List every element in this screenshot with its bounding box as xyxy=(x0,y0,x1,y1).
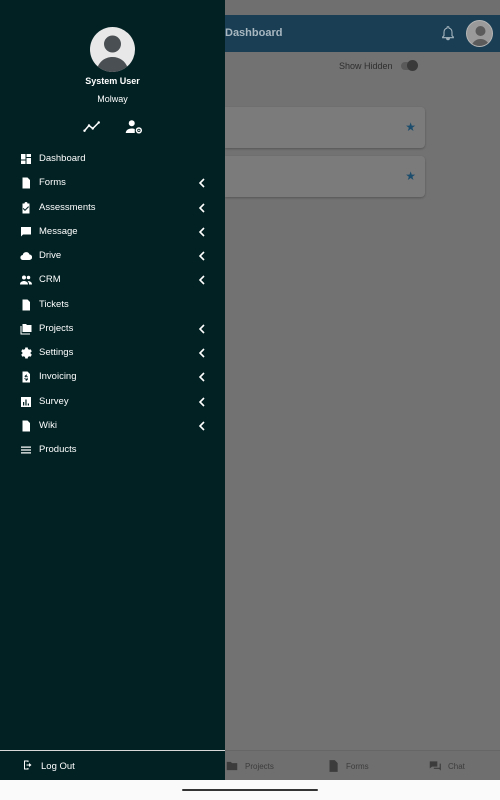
menu-item-dashboard[interactable]: Dashboard xyxy=(0,149,225,169)
menu-item-label: Message xyxy=(39,225,78,237)
home-gesture-pill[interactable] xyxy=(182,789,318,791)
menu-item-label: Wiki xyxy=(39,419,57,431)
notification-bell-icon[interactable] xyxy=(440,25,456,41)
menu-item-label: Projects xyxy=(39,322,74,334)
navigation-drawer: System User Molway Dashboard Forms Assessm… xyxy=(0,0,225,780)
chevron-left-icon[interactable] xyxy=(198,396,206,407)
menu-item-label: Invoicing xyxy=(39,371,77,383)
gesture-navigation-bar xyxy=(0,780,500,800)
chevron-left-icon[interactable] xyxy=(198,324,206,334)
menu-item-label: Dashboard xyxy=(39,153,86,164)
activity-trend-icon[interactable] xyxy=(83,119,101,135)
chevron-left-icon[interactable] xyxy=(198,372,206,382)
menu-item-label: Products xyxy=(39,444,77,455)
menu-item-settings[interactable]: Settings xyxy=(0,343,225,363)
chevron-left-icon[interactable] xyxy=(198,348,206,358)
user-avatar[interactable] xyxy=(466,20,493,47)
document-icon xyxy=(329,760,338,772)
cloud-icon xyxy=(20,250,32,262)
dashboard-card[interactable]: ★ xyxy=(225,107,425,148)
bottom-nav-forms[interactable]: Forms xyxy=(326,759,369,773)
bottom-nav-label: Forms xyxy=(346,761,369,771)
menu-item-label: Drive xyxy=(39,250,62,261)
bottom-nav-projects[interactable]: Projects xyxy=(225,759,274,773)
clipboard-check-icon xyxy=(20,201,32,214)
menu-item-invoicing[interactable]: Invoicing xyxy=(0,367,225,387)
folders-icon xyxy=(20,323,32,335)
menu-item-label: Tickets xyxy=(39,298,69,310)
bar-chart-icon xyxy=(20,396,32,408)
show-hidden-label: Show Hidden xyxy=(339,61,393,71)
menu-item-tickets[interactable]: Tickets xyxy=(0,295,225,315)
chevron-left-icon[interactable] xyxy=(198,275,206,285)
menu-item-label: Assessments xyxy=(39,201,96,213)
gear-icon xyxy=(20,347,32,359)
menu-item-message[interactable]: Message xyxy=(0,222,225,242)
user-settings-icon[interactable] xyxy=(125,119,143,135)
chat-bubbles-icon xyxy=(429,761,441,771)
menu-item-label: Forms xyxy=(39,177,66,189)
profile-name: System User xyxy=(85,76,140,86)
chevron-left-icon[interactable] xyxy=(198,202,206,213)
menu-item-projects[interactable]: Projects xyxy=(0,319,225,339)
menu-item-forms[interactable]: Forms xyxy=(0,173,225,193)
ticket-icon xyxy=(20,299,32,311)
folder-icon xyxy=(226,761,238,771)
bottom-nav-chat[interactable]: Chat xyxy=(428,759,465,773)
document-icon xyxy=(20,177,32,189)
favorite-star-icon[interactable]: ★ xyxy=(405,169,416,183)
dashboard-icon xyxy=(20,153,32,165)
profile-avatar[interactable] xyxy=(90,27,135,72)
favorite-star-icon[interactable]: ★ xyxy=(405,120,416,134)
people-icon xyxy=(20,274,32,286)
bottom-nav-label: Chat xyxy=(448,761,465,771)
invoice-icon xyxy=(20,371,32,383)
drawer-divider xyxy=(0,750,225,751)
menu-item-wiki[interactable]: Wiki xyxy=(0,416,225,436)
chevron-left-icon[interactable] xyxy=(198,421,206,431)
chevron-left-icon[interactable] xyxy=(198,178,206,188)
logout-icon xyxy=(24,760,32,770)
menu-item-crm[interactable]: CRM xyxy=(0,270,225,290)
chevron-left-icon[interactable] xyxy=(198,251,206,261)
show-hidden-toggle[interactable] xyxy=(401,60,418,71)
logout-label: Log Out xyxy=(41,761,75,772)
menu-item-drive[interactable]: Drive xyxy=(0,246,225,266)
menu-item-label: Settings xyxy=(39,347,74,358)
page-title: Dashboard xyxy=(225,27,283,39)
dashboard-card[interactable]: ★ xyxy=(225,156,425,197)
menu-item-assessments[interactable]: Assessments xyxy=(0,198,225,218)
chevron-left-icon[interactable] xyxy=(198,227,206,237)
menu-item-survey[interactable]: Survey xyxy=(0,392,225,412)
list-icon xyxy=(20,444,32,456)
message-icon xyxy=(20,226,32,238)
menu-item-products[interactable]: Products xyxy=(0,440,225,460)
logout-button[interactable]: Log Out xyxy=(0,757,225,777)
menu-item-label: CRM xyxy=(39,274,61,286)
menu-item-label: Survey xyxy=(39,395,69,407)
wiki-document-icon xyxy=(20,420,32,432)
bottom-nav-label: Projects xyxy=(245,761,274,771)
profile-organization: Molway xyxy=(97,94,128,104)
